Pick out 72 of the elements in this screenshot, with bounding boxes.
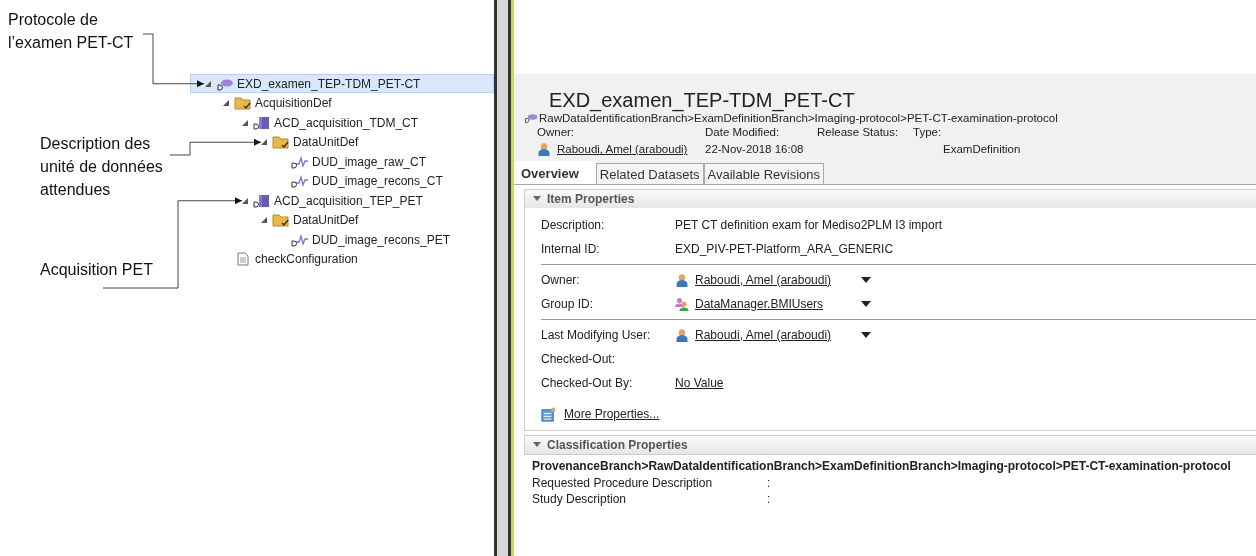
classification-path: ProvenanceBranch>RawDataIdentificationBranch>ExamDefinitionBranch>Imaging-protocol>PET-CT-examination-protocol bbox=[532, 459, 1232, 475]
group-link[interactable]: DataManager.BMIUsers bbox=[695, 297, 824, 311]
property-label: Internal ID: bbox=[541, 242, 601, 256]
tree-item[interactable]: EXD_examen_TEP-TDM_PET-CT bbox=[190, 74, 494, 94]
tab[interactable]: Overview bbox=[514, 161, 596, 184]
expander-icon[interactable] bbox=[204, 79, 212, 88]
property-label: Checked-Out: bbox=[541, 352, 617, 366]
field-label: Owner: bbox=[537, 126, 576, 138]
tree-item[interactable]: checkConfiguration bbox=[209, 249, 362, 269]
document-icon bbox=[253, 193, 271, 208]
tree-item[interactable]: DataUnitDef bbox=[247, 132, 363, 152]
breadcrumb-path: RawDataIdentificationBranch>ExamDefinitionBranch>Imaging-protocol>PET-CT-examination-protocol bbox=[539, 112, 1058, 124]
user-icon bbox=[675, 328, 689, 342]
tree-item[interactable]: DUD_image_raw_CT bbox=[266, 152, 431, 172]
wave-icon bbox=[291, 154, 309, 169]
property-label: Description: bbox=[541, 218, 606, 232]
expander-icon[interactable] bbox=[260, 216, 268, 225]
document-icon bbox=[253, 115, 271, 130]
property-label: Group ID: bbox=[541, 297, 595, 311]
property-value: EXD_PIV-PET-Platform_ARA_GENERIC bbox=[675, 242, 894, 256]
property-value: PET CT definition exam for Mediso2PLM I3 import bbox=[675, 218, 942, 232]
property-label: Requested Procedure Description bbox=[532, 476, 714, 492]
more-properties-link[interactable]: More Properties... bbox=[564, 407, 660, 421]
leader-line bbox=[142, 33, 205, 88]
separator-colon: : bbox=[767, 492, 771, 508]
folder-icon bbox=[234, 96, 252, 111]
splitter-bar[interactable] bbox=[494, 0, 511, 556]
tab[interactable]: Related Datasets bbox=[595, 163, 704, 184]
expander-icon[interactable] bbox=[241, 196, 249, 205]
tree-item[interactable]: DUD_image_recons_CT bbox=[266, 171, 447, 191]
field-label: Type: bbox=[913, 126, 943, 138]
field-value: 22-Nov-2018 16:08 bbox=[705, 142, 805, 156]
user-icon bbox=[537, 142, 551, 156]
folder-icon bbox=[272, 213, 290, 228]
field-label: Date Modified: bbox=[705, 126, 781, 138]
ellipse-icon bbox=[524, 113, 538, 124]
field-label: Release Status: bbox=[817, 126, 900, 138]
user-icon bbox=[675, 273, 689, 287]
expander-icon[interactable] bbox=[241, 118, 249, 127]
annotation-label: Description des unité de données attendues bbox=[40, 134, 164, 200]
tree-item[interactable]: DataUnitDef bbox=[247, 210, 363, 230]
user-link[interactable]: Raboudi, Amel (araboudi) bbox=[557, 143, 688, 155]
expander-icon[interactable] bbox=[260, 138, 268, 147]
property-label: Owner: bbox=[541, 273, 581, 287]
tab[interactable]: Available Revisions bbox=[703, 163, 825, 184]
caret-icon[interactable] bbox=[861, 277, 871, 283]
section-header[interactable]: Item Properties bbox=[525, 190, 1256, 208]
property-label: Last Modifying User: bbox=[541, 328, 652, 342]
tree-item[interactable]: ACD_acquisition_TEP_PET bbox=[228, 191, 427, 211]
value-link[interactable]: No Value bbox=[675, 376, 724, 390]
separator-colon: : bbox=[767, 476, 771, 492]
wave-icon bbox=[291, 232, 309, 247]
property-label: Study Description bbox=[532, 492, 628, 508]
user-link[interactable]: Raboudi, Amel (araboudi) bbox=[695, 328, 832, 342]
group-icon bbox=[675, 297, 689, 311]
page-icon bbox=[234, 252, 252, 267]
tree-item[interactable]: DUD_image_recons_PET bbox=[266, 230, 455, 250]
caret-icon[interactable] bbox=[861, 301, 871, 307]
annotation-label: Protocole de l’examen PET-CT bbox=[8, 10, 135, 53]
item-title: EXD_examen_TEP-TDM_PET-CT bbox=[549, 88, 856, 112]
expander-icon[interactable] bbox=[222, 99, 230, 108]
properties-icon bbox=[541, 406, 556, 422]
property-label: Checked-Out By: bbox=[541, 376, 634, 390]
wave-icon bbox=[291, 174, 309, 189]
tree-item[interactable]: AcquisitionDef bbox=[209, 93, 336, 113]
caret-icon[interactable] bbox=[861, 332, 871, 338]
section-header[interactable]: Classification Properties bbox=[525, 436, 1256, 454]
user-link[interactable]: Raboudi, Amel (araboudi) bbox=[695, 273, 832, 287]
field-value: ExamDefinition bbox=[943, 142, 1022, 156]
tree-item[interactable]: ACD_acquisition_TDM_CT bbox=[228, 113, 423, 133]
annotation-label: Acquisition PET bbox=[40, 260, 154, 280]
folder-icon bbox=[272, 135, 290, 150]
